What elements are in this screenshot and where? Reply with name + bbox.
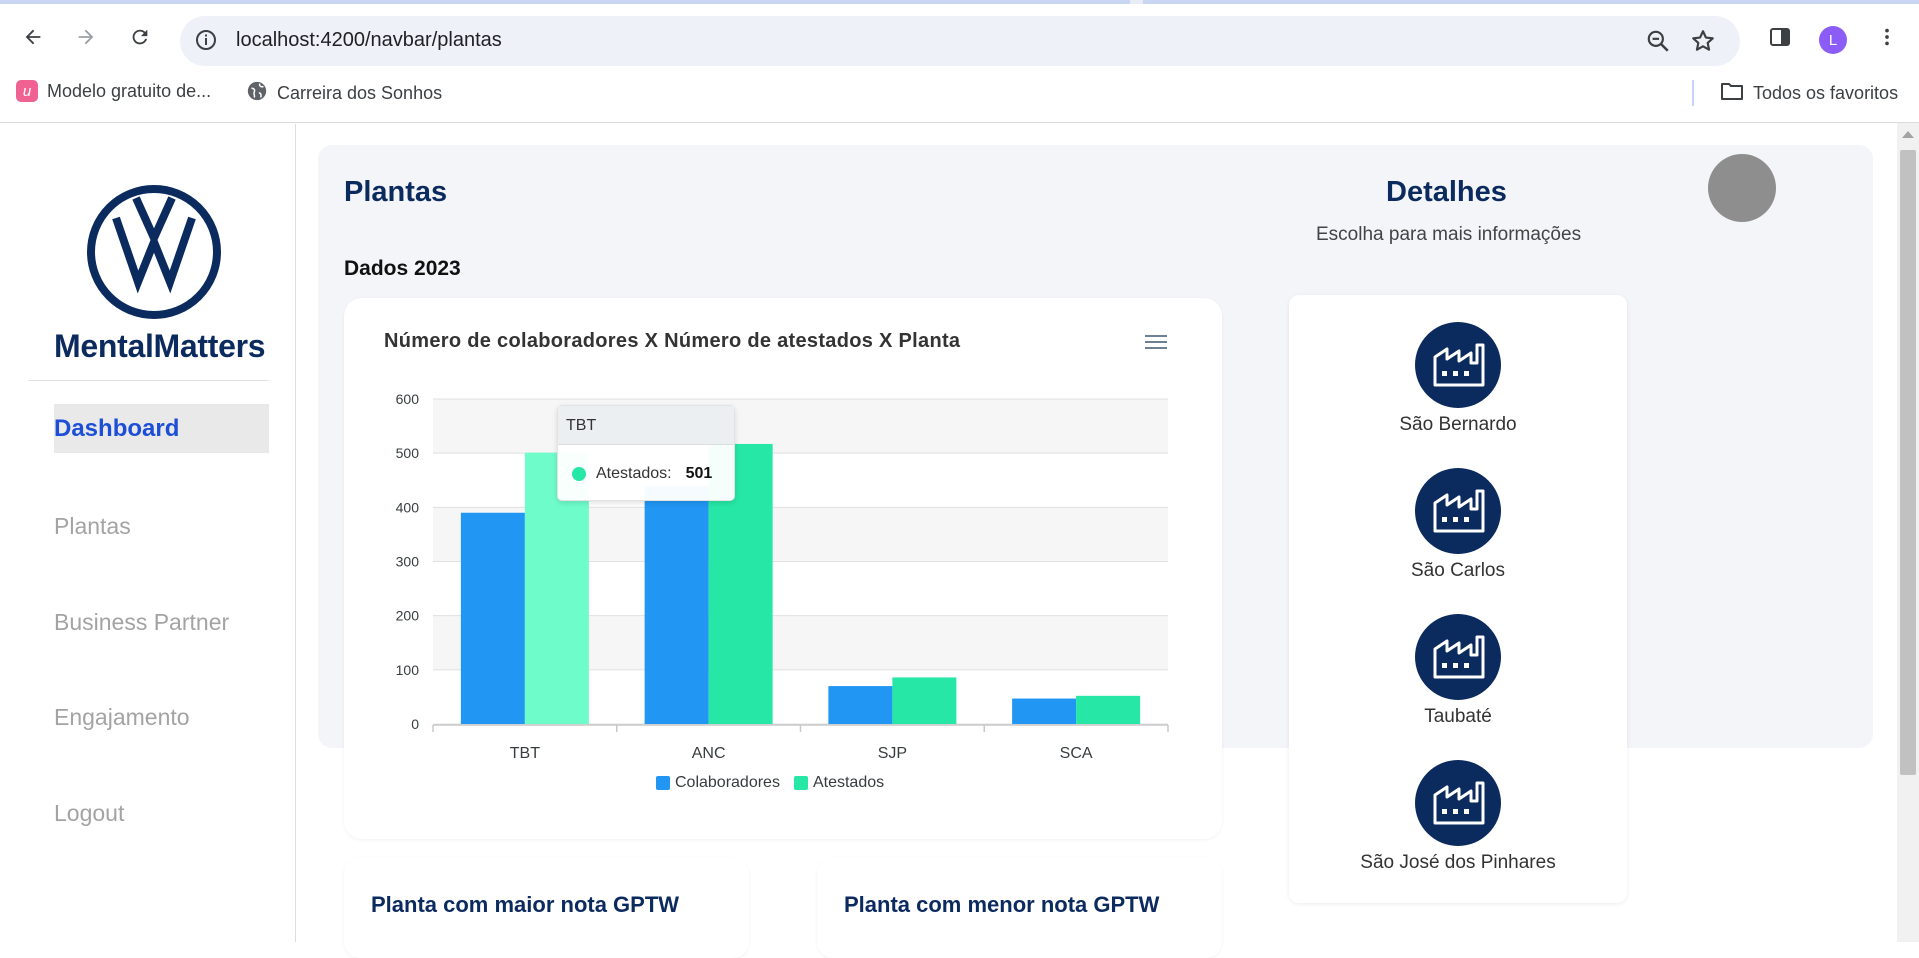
y-tick-label: 600: [396, 391, 420, 407]
factory-icon: [1415, 614, 1501, 700]
folder-icon: [1720, 80, 1744, 107]
plant-name: São José dos Pinhares: [1360, 852, 1556, 873]
forward-icon[interactable]: [69, 20, 103, 54]
plant-name: São Carlos: [1411, 560, 1505, 581]
plant-taubate[interactable]: Taubaté: [1289, 614, 1627, 728]
page-scrollbar[interactable]: [1897, 123, 1919, 942]
legend-label: Colaboradores: [675, 774, 780, 791]
globe-icon: [246, 80, 268, 107]
details-title: Detalhes: [1386, 176, 1507, 208]
x-tick-label: TBT: [510, 745, 540, 762]
address-bar[interactable]: localhost:4200/navbar/plantas: [180, 16, 1740, 66]
profile-avatar[interactable]: L: [1819, 26, 1847, 54]
scroll-up-arrow-icon[interactable]: [1902, 131, 1914, 138]
legend-swatch: [656, 776, 670, 790]
bar-colaboradores-anc: [644, 485, 709, 724]
tooltip-category: TBT: [558, 406, 734, 445]
bar-chart: 0 100 200 300 400 500 600 TBT ANC SJP SCA: [396, 391, 1169, 762]
bar-colaboradores-sca: [1012, 698, 1077, 724]
chart-tooltip: TBT Atestados: 501: [557, 405, 735, 501]
plant-name: São Bernardo: [1399, 414, 1517, 435]
user-avatar[interactable]: [1708, 154, 1776, 222]
y-tick-label: 400: [396, 499, 420, 515]
sidebar-item-dashboard[interactable]: Dashboard: [54, 404, 269, 453]
zoom-icon[interactable]: [1645, 28, 1671, 59]
sidebar-divider: [28, 380, 269, 381]
u-logo-icon: u: [16, 80, 38, 102]
bookmarks-bar: u Modelo gratuito de... Carreira dos Son…: [0, 68, 1919, 123]
bookmark-label: Modelo gratuito de...: [47, 80, 212, 101]
tooltip-value: 501: [685, 465, 713, 482]
details-subtitle: Escolha para mais informações: [1316, 224, 1582, 245]
bookmark-item[interactable]: u Modelo gratuito de...: [16, 80, 211, 102]
more-menu-icon[interactable]: [1870, 20, 1904, 54]
factory-icon: [1415, 322, 1501, 408]
browser-toolbar: localhost:4200/navbar/plantas L: [0, 4, 1919, 68]
legend-label: Atestados: [812, 774, 885, 791]
plant-sao-carlos[interactable]: São Carlos: [1289, 468, 1627, 582]
scroll-thumb[interactable]: [1900, 150, 1916, 775]
bar-atestados-sca: [1076, 695, 1141, 724]
bar-colaboradores-sjp: [828, 686, 893, 724]
vw-logo-icon: [86, 184, 222, 325]
plant-sao-bernardo[interactable]: São Bernardo: [1289, 322, 1627, 436]
y-tick-label: 300: [396, 554, 420, 570]
url-text: localhost:4200/navbar/plantas: [236, 29, 502, 51]
y-tick-label: 0: [411, 716, 419, 732]
bookmark-item[interactable]: Carreira dos Sonhos: [246, 80, 442, 107]
best-gptw-card[interactable]: Planta com maior nota GPTW: [344, 858, 749, 958]
bar-colaboradores-tbt: [460, 512, 525, 724]
factory-icon: [1415, 468, 1501, 554]
site-info-icon[interactable]: [194, 28, 218, 57]
x-tick-label: SJP: [878, 745, 907, 762]
worst-gptw-title: Planta com menor nota GPTW: [844, 892, 1160, 917]
grid-band: [433, 399, 1168, 454]
sidebar-item-business-partner[interactable]: Business Partner: [54, 609, 229, 636]
plant-sao-jose-dos-pinhares[interactable]: São José dos Pinhares: [1289, 760, 1627, 874]
chart-legend: Colaboradores Atestados: [656, 774, 884, 792]
worst-gptw-card[interactable]: Planta com menor nota GPTW: [817, 858, 1222, 958]
side-panel-icon[interactable]: [1763, 20, 1797, 54]
brand-name: MentalMatters: [54, 328, 266, 364]
chart-card: Número de colaboradores X Número de ates…: [344, 298, 1222, 839]
all-bookmarks[interactable]: Todos os favoritos: [1720, 80, 1898, 107]
bar-atestados-sjp: [892, 677, 957, 724]
legend-swatch: [793, 776, 808, 790]
tooltip-marker: [572, 467, 586, 481]
y-tick-label: 200: [396, 608, 420, 624]
y-tick-label: 100: [396, 662, 420, 678]
best-gptw-title: Planta com maior nota GPTW: [371, 892, 680, 917]
profile-initial: L: [1828, 31, 1838, 49]
y-tick-label: 500: [396, 445, 420, 461]
sidebar-item-plantas[interactable]: Plantas: [54, 513, 131, 540]
back-icon[interactable]: [16, 20, 50, 54]
bookmark-label: Carreira dos Sonhos: [277, 83, 443, 103]
factory-icon: [1415, 760, 1501, 846]
plants-card: São Bernardo São Carlos Taubaté São José…: [1289, 295, 1627, 903]
tooltip-row: Atestados: 501: [572, 465, 712, 483]
sidebar-item-engajamento[interactable]: Engajamento: [54, 704, 190, 731]
page-title: Plantas: [344, 176, 448, 208]
sidebar: MentalMatters Dashboard Plantas Business…: [0, 124, 296, 942]
sidebar-item-logout[interactable]: Logout: [54, 800, 124, 827]
legend-item-atestados[interactable]: Atestados: [793, 774, 885, 792]
legend-item-colaboradores[interactable]: Colaboradores: [656, 774, 780, 792]
reload-icon[interactable]: [123, 20, 157, 54]
bookmark-separator: [1692, 80, 1694, 106]
bookmark-star-icon[interactable]: [1690, 28, 1716, 59]
all-bookmarks-label: Todos os favoritos: [1753, 83, 1899, 103]
x-tick-label: SCA: [1060, 745, 1093, 762]
data-year-heading: Dados 2023: [344, 257, 461, 280]
x-tick-label: ANC: [692, 745, 726, 762]
tooltip-series: Atestados:: [596, 465, 672, 482]
plant-name: Taubaté: [1424, 706, 1492, 727]
